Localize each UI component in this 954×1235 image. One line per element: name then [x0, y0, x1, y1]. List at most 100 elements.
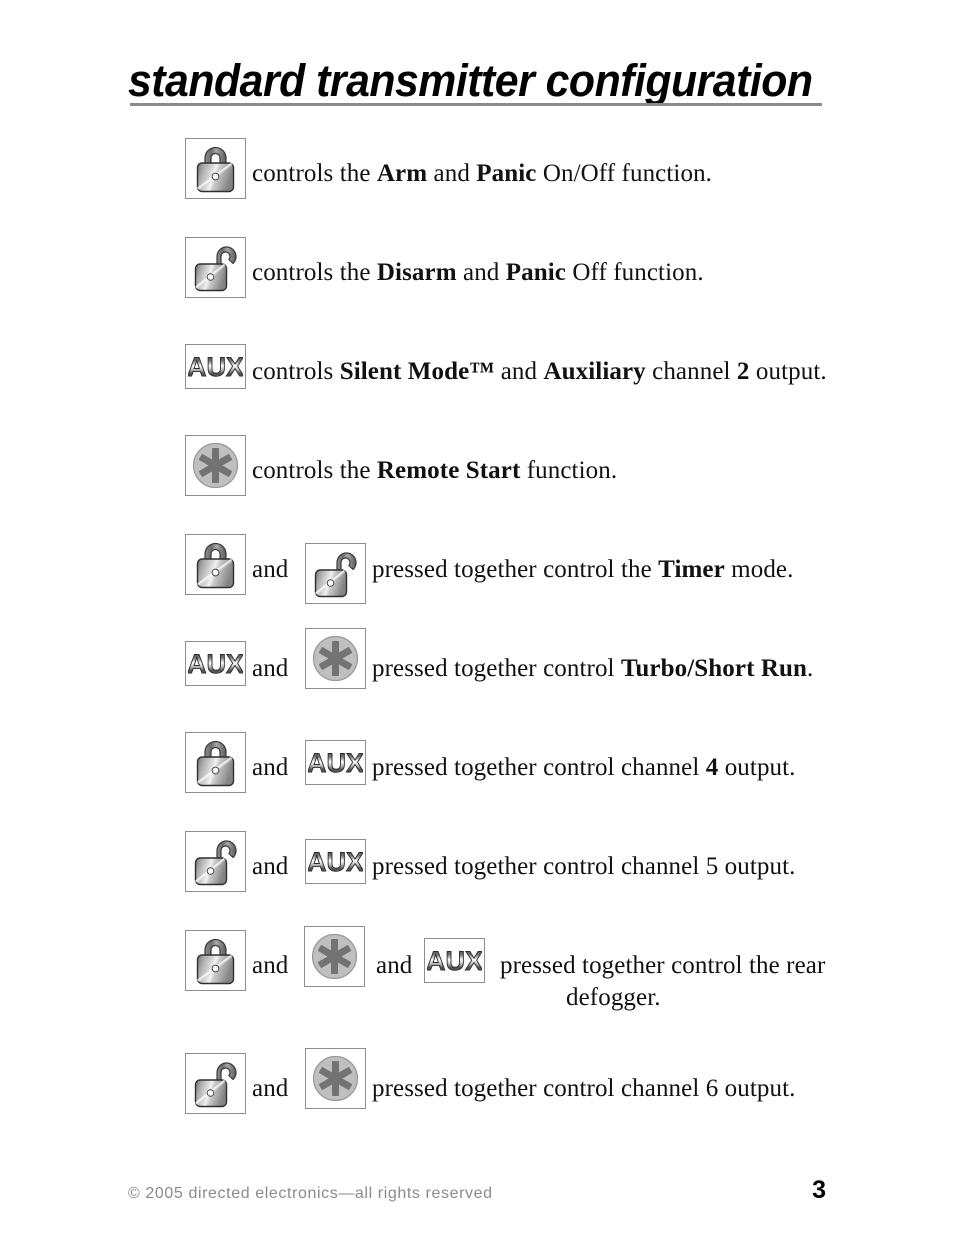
row-conjunction-2: and — [376, 952, 413, 979]
text-run-bold: 4 — [705, 754, 719, 781]
icon-slot-2: AUX — [305, 839, 366, 884]
text-run: Off function. — [565, 259, 704, 286]
instruction-rows: controls the Arm and Panic On/Off functi… — [0, 138, 954, 1152]
aux-icon[interactable]: AUX — [424, 938, 485, 983]
row-conjunction: and — [252, 754, 289, 781]
text-run: pressed together control channel — [372, 754, 706, 781]
text-run-bold: Turbo/Short Run — [620, 655, 808, 682]
text-run-bold: Panic — [476, 160, 537, 187]
page-title: standard transmitter configuration — [128, 55, 813, 106]
title-underline-rule — [130, 103, 822, 106]
aux-icon[interactable]: AUX — [185, 641, 246, 686]
text-run: controls the — [252, 457, 377, 484]
lock-closed-icon[interactable] — [185, 930, 246, 991]
text-run-bold: Disarm — [376, 259, 457, 286]
row-description: pressed together control the Timer mode. — [372, 554, 842, 586]
row-description: pressed together control the rear defogge… — [500, 950, 830, 1014]
row-conjunction: and — [252, 1075, 289, 1102]
row-conjunction: and — [252, 853, 289, 880]
aux-icon[interactable]: AUX — [305, 740, 366, 785]
star-icon[interactable] — [305, 628, 366, 689]
text-run: and — [427, 160, 477, 187]
instruction-row: AUX and pressed together control Turbo/S… — [0, 628, 954, 732]
row-conjunction: and — [252, 952, 289, 979]
lock-closed-icon[interactable] — [185, 534, 246, 595]
text-run-bold: Remote Start — [376, 457, 521, 484]
icon-slot-1 — [185, 831, 246, 892]
icon-slot-1 — [185, 138, 246, 199]
text-run: and — [494, 358, 544, 385]
icon-slot-1 — [185, 930, 246, 991]
icon-slot-2 — [305, 543, 366, 604]
text-run: pressed together control channel 6 outpu… — [372, 1075, 796, 1102]
instruction-row: and AUX pressed together control channel… — [0, 831, 954, 930]
icon-slot-1 — [185, 435, 246, 496]
star-icon[interactable] — [185, 435, 246, 496]
row-description: controls the Disarm and Panic Off functi… — [252, 257, 852, 289]
text-run: pressed together control the — [372, 556, 659, 583]
text-run: controls the — [252, 259, 377, 286]
icon-slot-1 — [185, 237, 246, 298]
icon-slot-1 — [185, 534, 246, 595]
star-icon[interactable] — [304, 926, 365, 987]
instruction-row: controls the Arm and Panic On/Off functi… — [0, 138, 954, 237]
instruction-row: AUX controls Silent Mode™ and Auxiliary … — [0, 336, 954, 435]
row-description: pressed together control channel 6 outpu… — [372, 1073, 842, 1105]
aux-icon-label: AUX — [188, 352, 243, 382]
lock-open-icon[interactable] — [185, 831, 246, 892]
instruction-row: controls the Disarm and Panic Off functi… — [0, 237, 954, 336]
row-conjunction: and — [252, 655, 289, 682]
row-description: pressed together control channel 5 outpu… — [372, 851, 842, 883]
icon-slot-1 — [185, 732, 246, 793]
text-run-bold: Timer — [658, 556, 725, 583]
text-run: function. — [520, 457, 618, 484]
page-number: 3 — [812, 1176, 826, 1204]
lock-closed-icon[interactable] — [185, 138, 246, 199]
icon-slot-1 — [185, 1053, 246, 1114]
instruction-row: controls the Remote Start function. — [0, 435, 954, 534]
icon-slot-2: AUX — [305, 740, 366, 785]
text-run: pressed together control — [372, 655, 621, 682]
star-icon[interactable] — [305, 1048, 366, 1109]
row-description-line-2: defogger. — [566, 984, 661, 1011]
lock-closed-icon[interactable] — [185, 732, 246, 793]
icon-slot-2 — [304, 926, 365, 987]
row-description: pressed together control Turbo/Short Run… — [372, 653, 842, 685]
row-description: pressed together control channel 4 outpu… — [372, 752, 842, 784]
copyright-notice: © 2005 directed electronics—all rights r… — [128, 1185, 493, 1202]
aux-icon[interactable]: AUX — [185, 344, 246, 389]
icon-slot-3: AUX — [424, 938, 485, 983]
text-run-bold: Arm — [376, 160, 428, 187]
lock-open-icon[interactable] — [185, 237, 246, 298]
text-run: channel — [645, 358, 737, 385]
text-run-bold: Auxiliary — [543, 358, 646, 385]
instruction-row: and AUX pressed together control channel… — [0, 732, 954, 831]
page-title-container: standard transmitter configuration — [128, 56, 828, 105]
text-run: mode. — [724, 556, 794, 583]
instruction-row: and pressed together control the Timer m… — [0, 534, 954, 633]
aux-icon-label: AUX — [427, 946, 482, 976]
row-description: controls the Remote Start function. — [252, 455, 852, 487]
text-run: controls the — [252, 160, 377, 187]
aux-icon[interactable]: AUX — [305, 839, 366, 884]
aux-icon-label: AUX — [308, 748, 363, 778]
text-run: On/Off function. — [536, 160, 713, 187]
text-run: output. — [718, 754, 796, 781]
lock-open-icon[interactable] — [185, 1053, 246, 1114]
instruction-row: and pressed together control channel 6 o… — [0, 1048, 954, 1152]
lock-open-icon[interactable] — [305, 543, 366, 604]
icon-slot-2 — [305, 628, 366, 689]
page-footer: © 2005 directed electronics—all rights r… — [128, 1176, 826, 1205]
text-run: pressed together control the rear — [500, 952, 826, 979]
aux-icon-label: AUX — [188, 649, 243, 679]
text-run-bold: 2 — [736, 358, 750, 385]
aux-icon-label: AUX — [308, 847, 363, 877]
icon-slot-1: AUX — [185, 641, 246, 686]
icon-slot-1: AUX — [185, 344, 246, 389]
text-run: and — [456, 259, 506, 286]
text-run-bold: Silent Mode™ — [339, 358, 495, 385]
text-run: pressed together control channel 5 outpu… — [372, 853, 796, 880]
row-conjunction: and — [252, 556, 289, 583]
icon-slot-2 — [305, 1048, 366, 1109]
text-run: controls — [252, 358, 340, 385]
